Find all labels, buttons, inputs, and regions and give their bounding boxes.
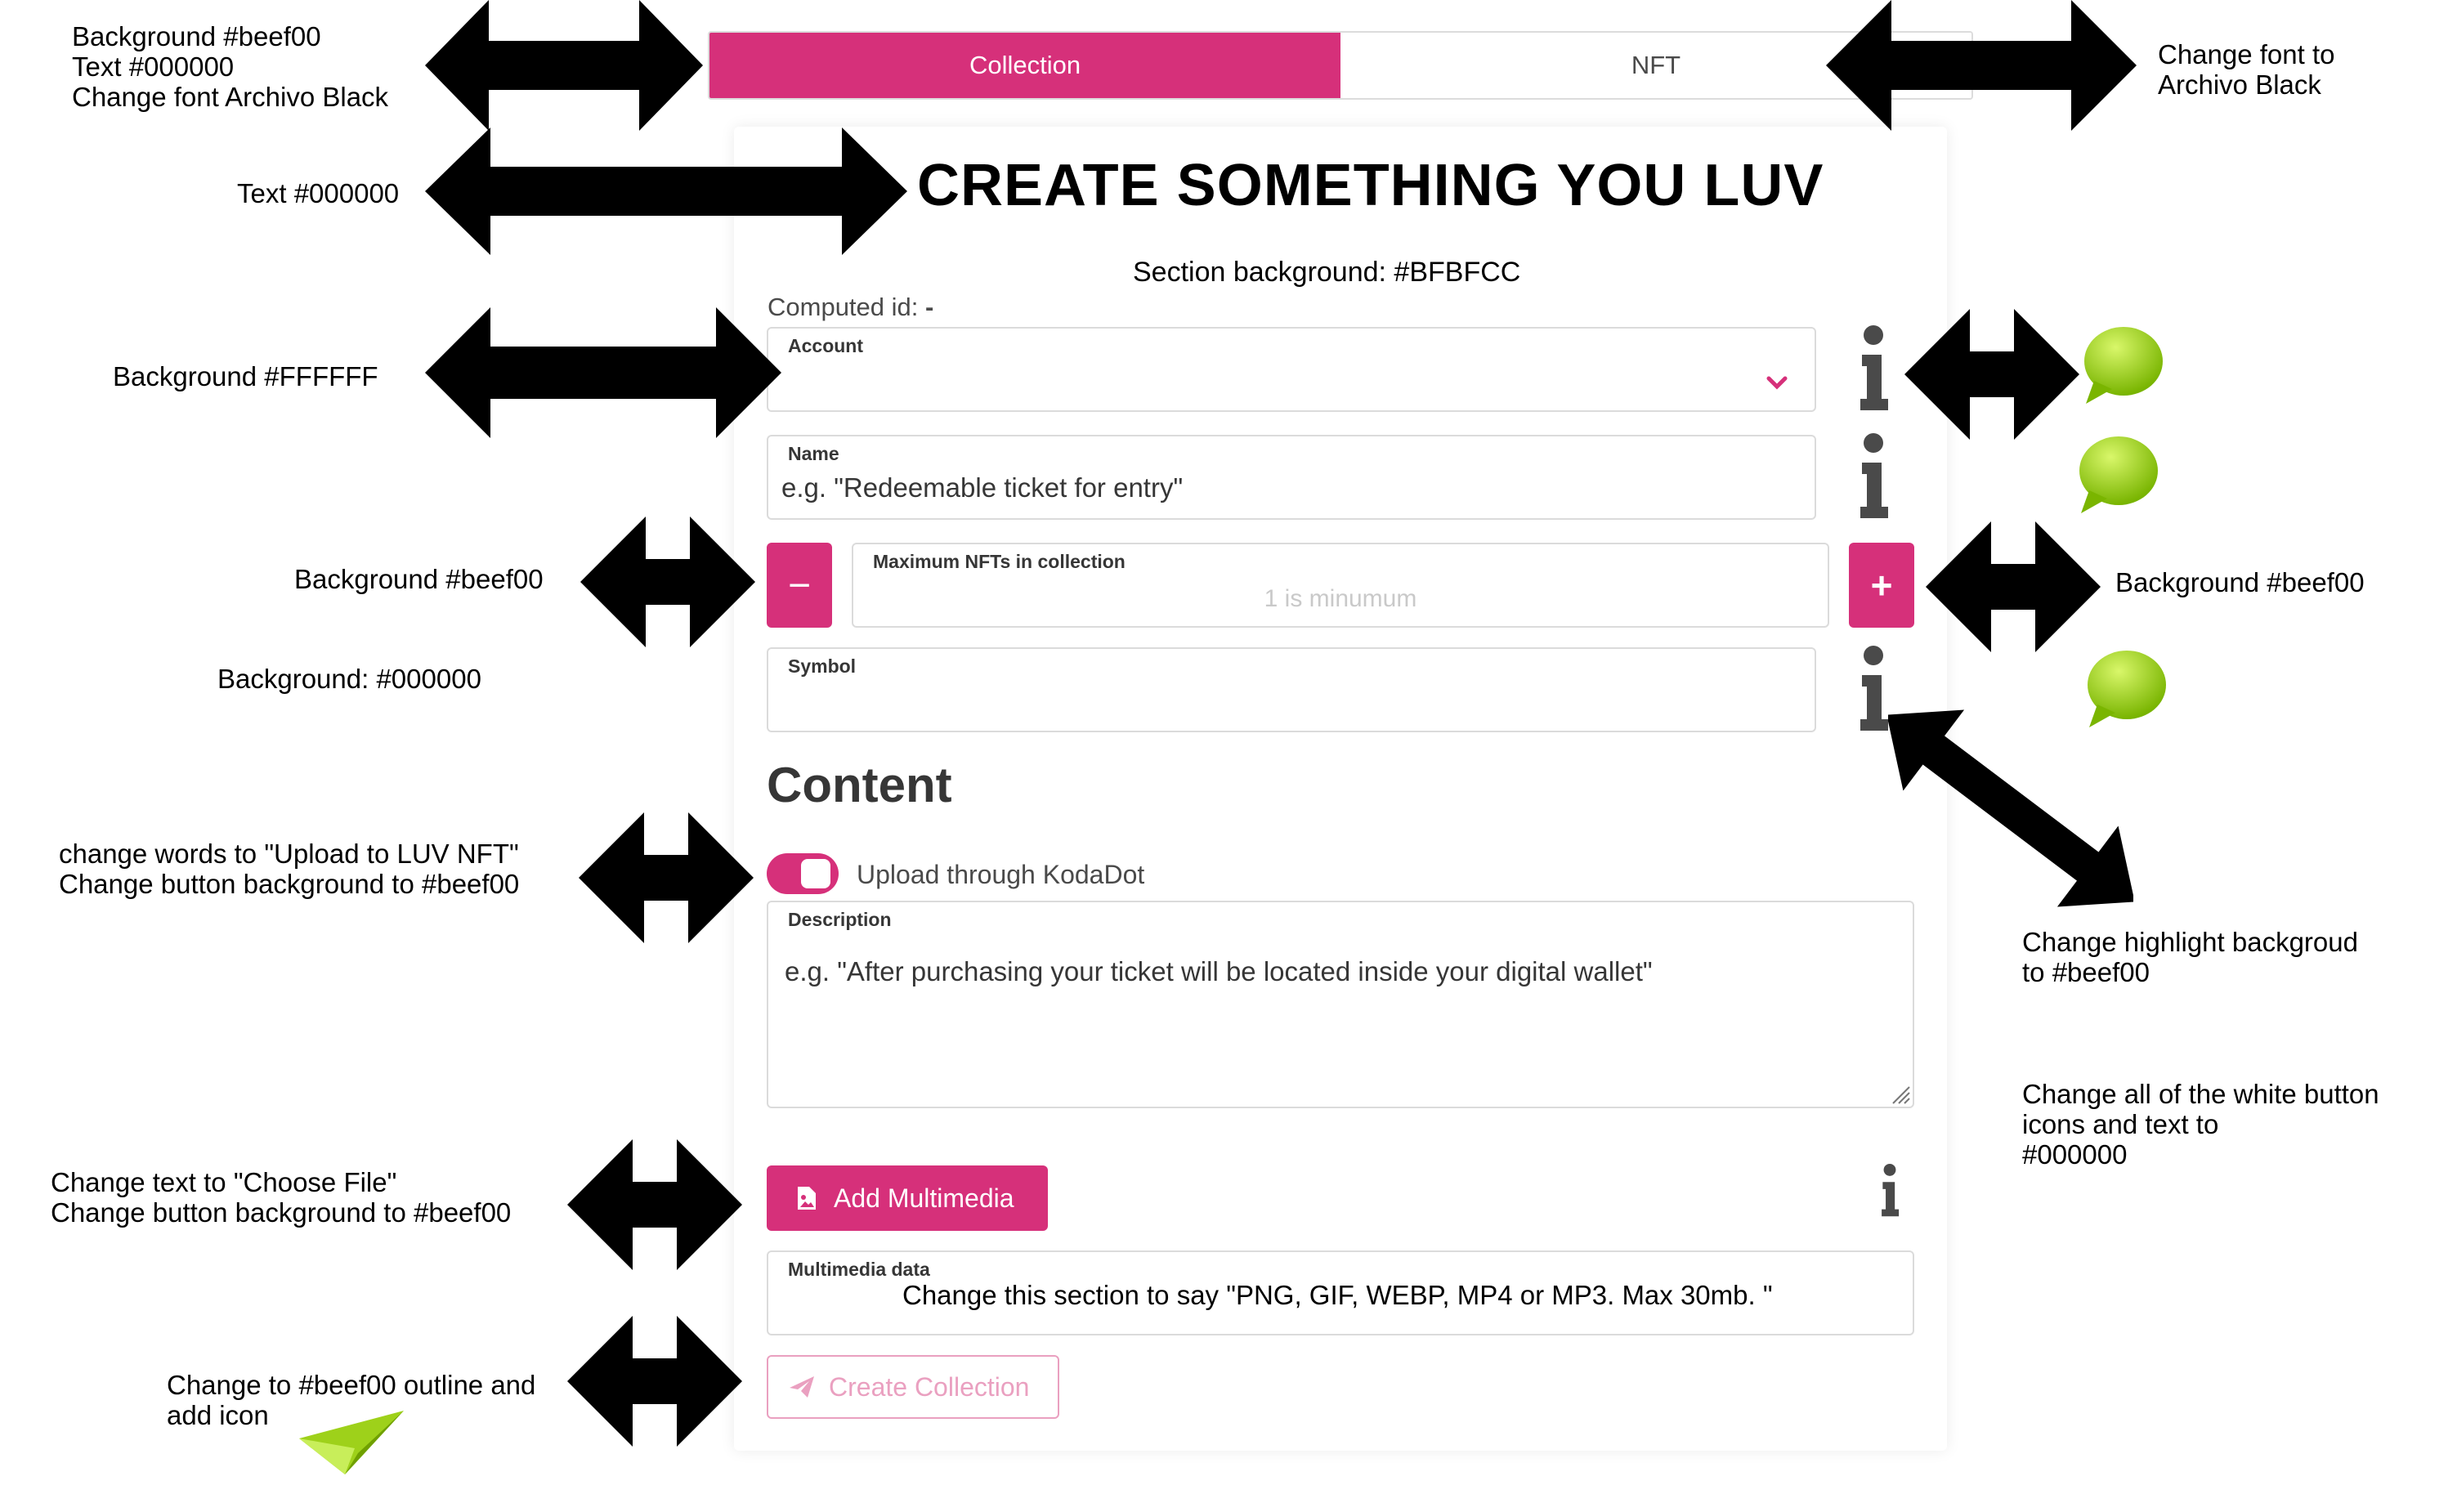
name-value: e.g. "Redeemable ticket for entry" (781, 472, 1184, 503)
account-select[interactable]: Account (767, 327, 1816, 412)
double-arrow-icon (425, 127, 907, 255)
double-arrow-icon (1904, 309, 2079, 440)
plus-note: Background #beef00 (2115, 567, 2365, 597)
computed-id: Computed id: - (768, 293, 933, 322)
double-arrow-icon (1888, 709, 2133, 907)
account-note: Background #FFFFFF (113, 361, 378, 391)
create-note: Change to #beef00 outline and add icon (167, 1370, 535, 1430)
double-arrow-icon (425, 307, 781, 438)
nft-note-line-2: Archivo Black (2158, 69, 2321, 100)
add-multimedia-button[interactable]: Add Multimedia (767, 1165, 1048, 1231)
chevron-down-icon (1766, 376, 1788, 390)
max-nfts-field[interactable]: Maximum NFTs in collection 1 is minumum (852, 543, 1829, 628)
title-note: Text #000000 (237, 178, 400, 208)
computed-id-value: - (925, 293, 934, 321)
tab-note-line-3: Change font Archivo Black (72, 82, 389, 112)
account-label: Account (788, 335, 863, 356)
chat-bubble-icon (2084, 327, 2163, 404)
decrease-max-button[interactable]: − (767, 543, 832, 628)
max-nfts-placeholder: 1 is minumum (1264, 585, 1417, 612)
multimedia-data-field[interactable]: Multimedia data Change this section to s… (767, 1250, 1914, 1335)
highlight-note: Change highlight backgroud to #beef00 (2022, 927, 2358, 987)
section-background-note: Section background: #BFBFCC (1133, 257, 1521, 288)
highlight-note-line-2: to #beef00 (2022, 957, 2150, 987)
resize-handle-icon[interactable] (1890, 1084, 1911, 1105)
tab-note: Background #beef00 Text #000000 Change fon… (72, 21, 388, 112)
upload-toggle[interactable] (767, 853, 839, 894)
double-arrow-icon (1926, 521, 2101, 652)
computed-id-label: Computed id: (768, 293, 919, 321)
collection-nft-tabs: Collection NFT (708, 31, 1973, 100)
description-textarea[interactable]: Description e.g. "After purchasing your … (767, 901, 1914, 1108)
description-value: e.g. "After purchasing your ticket will … (785, 956, 1653, 986)
multimedia-note: Change text to "Choose File" Change butto… (51, 1167, 511, 1228)
create-note-line-1: Change to #beef00 outline and (167, 1370, 536, 1400)
name-field[interactable]: Name e.g. "Redeemable ticket for entry" (767, 435, 1816, 520)
toggle-note: change words to "Upload to LUV NFT" Chang… (59, 839, 519, 899)
tab-note-line-1: Background #beef00 (72, 21, 321, 51)
double-arrow-icon (567, 1139, 742, 1270)
toggle-note-line-2: Change button background to #beef00 (59, 869, 520, 899)
white-note-line-2: icons and text to (2022, 1109, 2219, 1139)
file-image-icon (798, 1187, 816, 1210)
create-note-line-2: add icon (167, 1400, 269, 1430)
create-collection-label: Create Collection (829, 1371, 1030, 1402)
double-arrow-icon (580, 517, 755, 647)
multimedia-data-label: Multimedia data (788, 1259, 930, 1280)
tab-collection[interactable]: Collection (709, 33, 1340, 98)
symbol-field[interactable]: Symbol (767, 647, 1816, 732)
double-arrow-icon (1826, 0, 2137, 131)
upload-toggle-label: Upload through KodaDot (857, 860, 1145, 889)
highlight-note-line-1: Change highlight backgroud (2022, 927, 2358, 957)
info-icon[interactable] (1857, 646, 1890, 736)
paper-plane-icon (790, 1376, 814, 1398)
toggle-knob (801, 859, 830, 888)
chat-bubble-icon (2079, 436, 2158, 513)
increase-max-button[interactable]: + (1849, 543, 1914, 628)
symbol-note: Background: #000000 (217, 664, 481, 694)
symbol-label: Symbol (788, 655, 857, 677)
max-nfts-label: Maximum NFTs in collection (873, 551, 1126, 572)
content-heading: Content (767, 758, 952, 812)
description-label: Description (788, 909, 892, 930)
toggle-note-line-1: change words to "Upload to LUV NFT" (59, 839, 519, 869)
tab-note-line-2: Text #000000 (72, 51, 235, 82)
double-arrow-icon (425, 0, 703, 131)
white-note-line-1: Change all of the white button (2022, 1079, 2379, 1109)
multimedia-note-line-2: Change button background to #beef00 (51, 1197, 512, 1228)
white-buttons-note: Change all of the white button icons and … (2022, 1079, 2379, 1170)
nft-note-line-1: Change font to (2158, 39, 2335, 69)
nft-font-note: Change font to Archivo Black (2158, 39, 2335, 100)
multimedia-data-value: Change this section to say "PNG, GIF, WE… (902, 1280, 1773, 1310)
info-icon[interactable] (1878, 1164, 1901, 1219)
create-collection-button[interactable]: Create Collection (767, 1355, 1059, 1419)
minus-note: Background #beef00 (294, 564, 544, 594)
white-note-line-3: #000000 (2022, 1139, 2128, 1170)
double-arrow-icon (567, 1316, 742, 1447)
page-title: CREATE SOMETHING YOU LUV (917, 153, 1824, 218)
double-arrow-icon (579, 812, 754, 943)
info-icon[interactable] (1857, 433, 1890, 523)
info-icon[interactable] (1857, 325, 1890, 415)
multimedia-note-line-1: Change text to "Choose File" (51, 1167, 397, 1197)
add-multimedia-label: Add Multimedia (834, 1183, 1014, 1213)
name-label: Name (788, 443, 839, 464)
